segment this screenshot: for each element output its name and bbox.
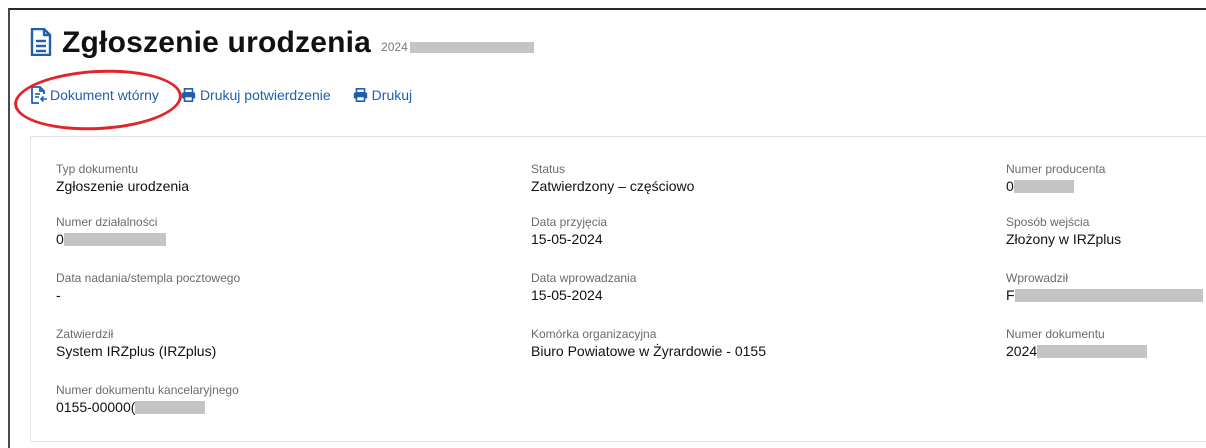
- field-label: Sposób wejścia: [1006, 215, 1090, 229]
- value-text: Biuro Powiatowe w Żyrardowie - 0155: [531, 343, 766, 359]
- field-value: Zatwierdzony – częściowo: [531, 177, 694, 195]
- field-value: 15-05-2024: [531, 286, 636, 304]
- document-number-header: 2024: [381, 40, 534, 54]
- field-status: Status Zatwierdzony – częściowo: [531, 162, 694, 195]
- field-office-doc-number: Numer dokumentu kancelaryjnego 0155-0000…: [56, 383, 239, 416]
- field-value: Zgłoszenie urodzenia: [56, 177, 189, 195]
- value-text: 0: [1006, 178, 1014, 194]
- redacted-block: [1037, 344, 1148, 358]
- value-text: 2024: [1006, 343, 1038, 359]
- document-details-panel: Typ dokumentu Zgłoszenie urodzenia Numer…: [30, 136, 1206, 442]
- field-entry-date: Data wprowadzania 15-05-2024: [531, 271, 636, 304]
- field-label: Data przyjęcia: [531, 215, 608, 229]
- field-label: Status: [531, 162, 566, 176]
- field-postmark-date: Data nadania/stempla pocztowego -: [56, 271, 240, 304]
- value-text: -: [56, 287, 61, 303]
- document-copy-icon: [31, 86, 47, 104]
- secondary-document-label: Dokument wtórny: [50, 87, 159, 103]
- secondary-document-button[interactable]: Dokument wtórny: [30, 86, 159, 104]
- value-text: 0155-00000(: [56, 399, 136, 415]
- print-label: Drukuj: [371, 87, 413, 103]
- printer-icon: [353, 88, 367, 102]
- field-approved-by: Zatwierdził System IRZplus (IRZplus): [56, 327, 216, 360]
- printer-icon: [181, 88, 196, 102]
- value-text: 15-05-2024: [531, 287, 603, 303]
- field-org-unit: Komórka organizacyjna Biuro Powiatowe w …: [531, 327, 766, 360]
- field-doc-number: Numer dokumentu 2024: [1006, 327, 1148, 360]
- value-text: Zgłoszenie urodzenia: [56, 178, 190, 194]
- value-text: Zatwierdzony – częściowo: [531, 178, 695, 194]
- document-icon: [30, 28, 52, 56]
- field-value: 0: [1006, 177, 1105, 195]
- field-label: Numer dokumentu kancelaryjnego: [56, 383, 239, 397]
- field-doc-type: Typ dokumentu Zgłoszenie urodzenia: [56, 162, 189, 195]
- field-value: Złożony w IRZplus: [1006, 230, 1121, 248]
- print-confirmation-label: Drukuj potwierdzenie: [199, 87, 331, 103]
- value-text: 15-05-2024: [531, 231, 603, 247]
- field-value: Biuro Powiatowe w Żyrardowie - 0155: [531, 342, 766, 360]
- print-confirmation-button[interactable]: Drukuj potwierdzenie: [181, 87, 331, 103]
- field-activity-number: Numer działalności 0: [56, 215, 166, 248]
- print-button[interactable]: Drukuj: [353, 87, 412, 103]
- redacted-block: [135, 400, 206, 414]
- field-value: 15-05-2024: [531, 230, 607, 248]
- page-title: Zgłoszenie urodzenia: [62, 26, 372, 59]
- field-label: Numer producenta: [1006, 162, 1106, 176]
- field-value: 0: [56, 230, 166, 248]
- field-label: Wprowadził: [1006, 271, 1069, 285]
- redacted-block: [63, 232, 166, 246]
- field-producer-number: Numer producenta 0: [1006, 162, 1105, 195]
- value-text: F: [1006, 287, 1015, 303]
- value-text: System IRZplus (IRZplus): [56, 343, 217, 359]
- field-label: Zatwierdził: [56, 327, 114, 341]
- field-value: F: [1006, 286, 1203, 304]
- document-number-prefix: 2024: [381, 40, 408, 54]
- field-label: Typ dokumentu: [56, 162, 139, 176]
- field-value: -: [56, 286, 240, 304]
- field-label: Numer dokumentu: [1006, 327, 1105, 341]
- field-entry-method: Sposób wejścia Złożony w IRZplus: [1006, 215, 1121, 248]
- value-text: 0: [56, 231, 64, 247]
- field-value: 2024: [1006, 342, 1148, 360]
- redacted-block: [409, 41, 534, 53]
- field-label: Data nadania/stempla pocztowego: [56, 271, 241, 285]
- field-label: Komórka organizacyjna: [531, 327, 657, 341]
- field-entered-by: Wprowadził F: [1006, 271, 1203, 304]
- field-value: 0155-00000(: [56, 398, 239, 416]
- page-header: Zgłoszenie urodzenia 2024: [30, 22, 534, 60]
- redacted-block: [1014, 288, 1203, 302]
- redacted-block: [1013, 179, 1074, 193]
- value-text: Złożony w IRZplus: [1006, 231, 1122, 247]
- field-value: System IRZplus (IRZplus): [56, 342, 216, 360]
- toolbar: Dokument wtórny Drukuj potwierdzenie Dru…: [30, 86, 412, 104]
- field-label: Data wprowadzania: [531, 271, 637, 285]
- field-receipt-date: Data przyjęcia 15-05-2024: [531, 215, 607, 248]
- field-label: Numer działalności: [56, 215, 158, 229]
